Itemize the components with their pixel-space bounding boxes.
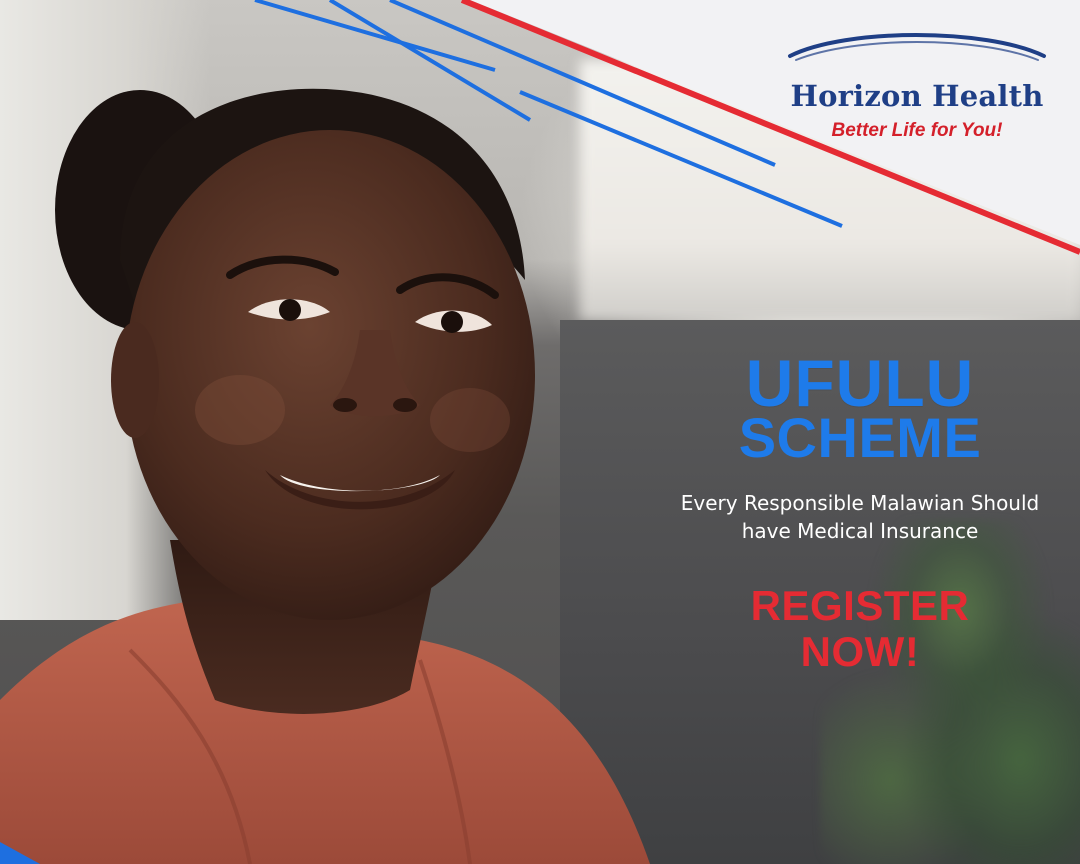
promo-message: Every Responsible Malawian Should have M… xyxy=(680,491,1040,543)
brand-tagline: Better Life for You! xyxy=(831,120,1003,141)
horizon-arc-icon xyxy=(788,33,1046,61)
cta-register: REGISTER xyxy=(750,582,970,629)
headline-scheme: SCHEME xyxy=(738,406,982,469)
advert-banner: Horizon Health Better Life for You! UFUL… xyxy=(0,0,1080,864)
horizon-health-logo: Horizon Health Better Life for You! xyxy=(782,26,1052,141)
promo-block: UFULU SCHEME Every Responsible Malawian … xyxy=(660,346,1060,675)
brand-name: Horizon Health xyxy=(790,79,1044,113)
headline-ufulu: UFULU xyxy=(745,346,975,420)
cta-now: NOW! xyxy=(800,628,920,675)
